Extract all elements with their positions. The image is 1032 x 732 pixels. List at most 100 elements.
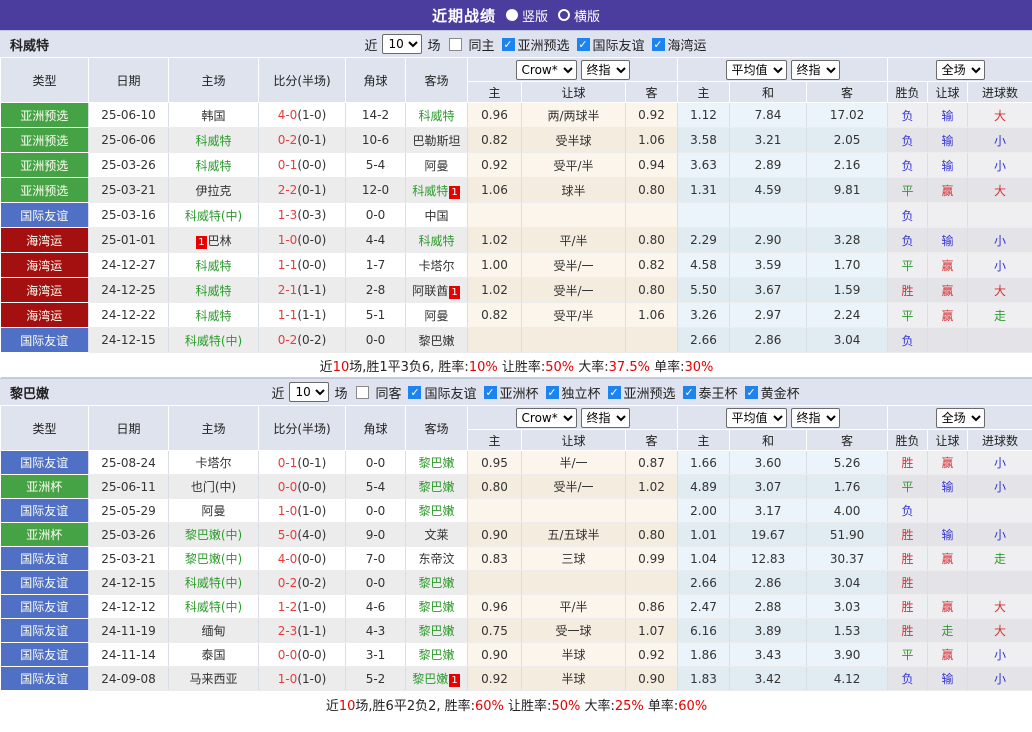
layout-radio-vertical[interactable]: 竖版 (505, 6, 548, 25)
avg-home: 1.66 (677, 450, 731, 475)
table-head: 类型 日期 主场 比分(半场) 角球 客场 Crow* 终指 平均值 终指 全场主让球客主和客胜负让… (0, 405, 1032, 451)
competition-checkbox[interactable]: ✓ (744, 385, 758, 399)
result-text: 负 (901, 108, 914, 123)
type-badge: 亚洲杯 (0, 522, 89, 547)
odds-away: 0.80 (625, 177, 679, 203)
radio-horizontal-label: 横版 (574, 9, 601, 25)
avg-home: 1.01 (677, 522, 731, 547)
scope-select[interactable]: 全场 (935, 59, 985, 80)
home-team: 科威特(中) (168, 202, 259, 228)
table-row: 亚洲预选 25-06-06 科威特 0-2(0-1) 10-6 巴勒斯坦 0.82 受半球 1.… (0, 127, 1032, 153)
result-outcome: 胜 (887, 277, 929, 303)
avg-time-select[interactable]: 终指 (790, 407, 840, 428)
corner-score: 4-6 (345, 594, 406, 619)
away-team: 黎巴嫩 (405, 594, 468, 619)
avg-draw: 2.90 (729, 227, 808, 253)
avg-home: 1.86 (677, 642, 731, 667)
corner-score: 10-6 (345, 127, 406, 153)
result-text: 大 (994, 108, 1007, 123)
away-team: 黎巴嫩 (405, 450, 468, 475)
result-handicap (927, 202, 969, 228)
competition-checkbox[interactable]: ✓ (408, 385, 422, 399)
match-date: 25-06-06 (88, 127, 169, 153)
avg-draw: 3.59 (729, 252, 808, 278)
score: 1-0(1-0) (258, 498, 346, 523)
layout-radio-horizontal[interactable]: 横版 (558, 6, 600, 25)
fulltime-score: 0-1 (277, 455, 298, 470)
avg-draw: 3.21 (729, 127, 808, 153)
result-goals: 走 (967, 546, 1032, 571)
team-name-text: 伊拉克 (195, 183, 232, 198)
result-text: 胜 (901, 552, 914, 566)
result-text: 负 (901, 672, 914, 686)
corner-score: 5-4 (345, 474, 406, 499)
competition-checkbox[interactable]: ✓ (501, 37, 515, 51)
odds-away (625, 202, 679, 228)
team-name-text: 科威特 (195, 158, 232, 173)
table-row: 国际友谊 24-12-12 科威特(中) 1-2(1-0) 4-6 黎巴嫩 0.96 平/半 0… (0, 594, 1032, 619)
competition-checkbox[interactable]: ✓ (682, 385, 696, 399)
odds-home (467, 202, 522, 228)
halftime-score: (1-1) (297, 283, 327, 297)
competition-checkbox[interactable]: ✓ (545, 385, 559, 399)
same-venue-checkbox[interactable] (449, 37, 463, 51)
competition-checkbox[interactable]: ✓ (607, 385, 621, 399)
result-goals: 小 (967, 450, 1032, 475)
scope-select[interactable]: 全场 (935, 407, 985, 428)
result-text: 赢 (941, 648, 954, 662)
team-name-text: 巴勒斯坦 (412, 133, 461, 148)
radio-selected-icon[interactable] (505, 9, 518, 21)
competition-checkbox[interactable]: ✓ (483, 385, 497, 399)
halftime-score: (0-0) (297, 258, 327, 272)
team-name-text: 文莱 (424, 528, 449, 542)
column-header: 进球数 (967, 429, 1032, 451)
halftime-score: (0-2) (297, 575, 327, 590)
column-header: 主场 (168, 57, 259, 103)
summary-segment: 10 (332, 359, 350, 375)
avg-time-select[interactable]: 终指 (790, 59, 840, 80)
odds-source-select[interactable]: Crow* (515, 59, 577, 80)
match-date: 24-12-27 (88, 252, 169, 278)
odds-time-select[interactable]: 终指 (580, 407, 630, 428)
table-row: 海湾运 24-12-22 科威特 1-1(1-1) 5-1 阿曼 0.82 受平/半 1.06 3… (0, 302, 1032, 328)
odds-time-select[interactable]: 终指 (580, 59, 630, 80)
score: 1-3(0-3) (258, 202, 346, 228)
odds-handicap: 两/两球半 (521, 102, 626, 128)
same-venue-checkbox[interactable] (356, 385, 370, 399)
competition-checkbox[interactable]: ✓ (576, 37, 590, 51)
match-count-select[interactable]: 10 (289, 382, 330, 402)
result-handicap: 赢 (927, 277, 969, 303)
match-date: 25-03-16 (88, 202, 169, 228)
match-count-select[interactable]: 10 (382, 34, 423, 54)
column-header: 让球 (521, 429, 626, 451)
table-row: 海湾运 25-01-01 1 巴林 1-0(0-0) 4-4 科威特 1.02 平/半 0.80 2… (0, 227, 1032, 253)
type-badge: 国际友谊 (0, 594, 89, 619)
team-name-text: 黎巴嫩 (418, 504, 455, 518)
match-date: 24-12-15 (88, 327, 169, 353)
table-body: 亚洲预选 25-06-10 韩国 4-0(1-0) 14-2 科威特 0.96 两/两球半 0.… (0, 102, 1032, 378)
odds-source-select[interactable]: Crow* (515, 407, 577, 428)
away-team: 阿曼 (405, 152, 468, 178)
odds-home: 0.80 (467, 474, 522, 499)
column-header: 客 (624, 429, 679, 451)
result-text: 大 (994, 183, 1007, 198)
table-row: 国际友谊 25-05-29 阿曼 1-0(1-0) 0-0 黎巴嫩 2.00 3.17 4.00… (0, 498, 1032, 523)
result-outcome: 平 (887, 252, 929, 278)
results-table: 类型 日期 主场 比分(半场) 角球 客场 Crow* 终指 平均值 终指 全场主让球客主和客胜负让… (0, 405, 1032, 719)
team-name-text: 黎巴嫩 (418, 576, 455, 590)
competition-checkbox[interactable]: ✓ (651, 37, 665, 51)
odds-handicap: 平/半 (521, 227, 626, 253)
home-team: 科威特 (168, 252, 259, 278)
result-outcome: 胜 (887, 546, 929, 571)
radio-unselected-icon[interactable] (558, 9, 570, 21)
score: 2-3(1-1) (258, 618, 346, 643)
table-row: 国际友谊 24-12-15 科威特(中) 0-2(0-2) 0-0 黎巴嫩 2.66 2.86… (0, 570, 1032, 595)
avg-source-select[interactable]: 平均值 (725, 407, 787, 428)
result-text: 平 (901, 183, 914, 198)
odds-away (625, 498, 679, 523)
avg-source-select[interactable]: 平均值 (725, 59, 787, 80)
section-team-name: 黎巴嫩 (10, 386, 50, 402)
result-text: 赢 (941, 552, 954, 566)
result-handicap (927, 327, 969, 353)
team-rank-badge: 1 (196, 235, 207, 249)
